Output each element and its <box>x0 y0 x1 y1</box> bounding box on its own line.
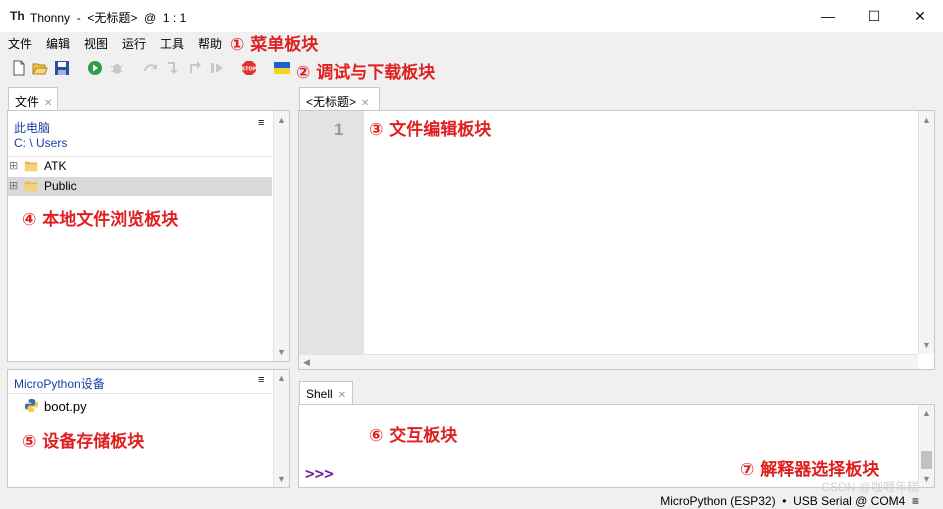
folder-icon <box>24 161 38 172</box>
folder-name: Public <box>44 179 77 193</box>
annotation-editor: ③ 文件编辑板块 <box>369 120 492 140</box>
scroll-down-icon[interactable]: ▼ <box>922 474 931 484</box>
close-tab-icon[interactable]: ✕ <box>361 98 369 109</box>
svg-text:STOP: STOP <box>242 67 257 73</box>
menu-run[interactable]: 运行 <box>122 35 146 52</box>
minimize-button[interactable]: — <box>805 0 851 32</box>
this-pc-link[interactable]: 此电脑 <box>14 119 50 136</box>
scroll-left-icon[interactable]: ◀ <box>303 357 310 368</box>
scroll-thumb[interactable] <box>921 451 932 469</box>
device-title: MicroPython设备 <box>14 377 105 391</box>
expand-icon[interactable]: ⊞ <box>9 179 18 192</box>
watermark: CSDN @咖喱年糕 <box>821 480 919 494</box>
interpreter-selector[interactable]: MicroPython (ESP32) • USB Serial @ COM4 … <box>660 494 919 508</box>
annotation-local-files: ④ 本地文件浏览板块 <box>22 210 179 230</box>
folder-name: ATK <box>44 159 67 173</box>
save-icon[interactable] <box>54 60 70 76</box>
shell-prompt: >>> <box>305 464 334 483</box>
scroll-up-icon[interactable]: ▲ <box>922 408 931 418</box>
editor-hscrollbar[interactable]: ◀ <box>299 354 918 369</box>
annotation-device-storage: ⑤ 设备存储板块 <box>22 432 145 452</box>
ukraine-flag-icon[interactable] <box>274 60 290 76</box>
tab-files-label: 文件 <box>15 95 40 109</box>
step-over-icon[interactable] <box>143 60 159 76</box>
tab-editor-label: <无标题> <box>306 95 357 109</box>
editor-pane[interactable] <box>298 110 935 370</box>
shell-scrollbar[interactable]: ▲ ▼ <box>918 405 934 487</box>
files-scrollbar[interactable]: ▲ ▼ <box>273 111 289 361</box>
stop-icon[interactable]: STOP <box>241 60 257 76</box>
close-tab-icon[interactable]: ✕ <box>44 98 52 109</box>
thonny-logo-icon: Th <box>10 9 25 23</box>
tab-files[interactable]: 文件 ✕ <box>8 87 58 111</box>
menu-file[interactable]: 文件 <box>8 35 32 52</box>
line-number: 1 <box>334 120 344 139</box>
scroll-up-icon[interactable]: ▲ <box>277 115 286 125</box>
step-into-icon[interactable] <box>165 60 181 76</box>
open-folder-icon[interactable] <box>32 60 48 76</box>
line-gutter <box>299 111 364 354</box>
tab-shell-label: Shell <box>306 387 333 401</box>
menu-view[interactable]: 视图 <box>84 35 108 52</box>
annotation-shell: ⑥ 交互板块 <box>369 426 458 446</box>
python-file-icon <box>24 398 39 413</box>
folder-icon <box>24 181 38 192</box>
resume-icon[interactable] <box>209 60 225 76</box>
device-menu-icon[interactable]: ≡ <box>258 374 264 386</box>
scroll-down-icon[interactable]: ▼ <box>922 340 931 350</box>
menu-help[interactable]: 帮助 <box>198 35 222 52</box>
window-title: Thonny - <无标题> @ 1 : 1 <box>30 11 187 25</box>
close-button[interactable]: ✕ <box>897 0 943 32</box>
step-out-icon[interactable] <box>187 60 203 76</box>
file-name[interactable]: boot.py <box>44 399 87 414</box>
divider <box>8 393 272 394</box>
current-path[interactable]: C: \ Users <box>14 136 67 150</box>
tab-editor[interactable]: <无标题> ✕ <box>299 87 380 111</box>
menu-tools[interactable]: 工具 <box>160 35 184 52</box>
files-menu-icon[interactable]: ≡ <box>258 117 264 129</box>
close-tab-icon[interactable]: ✕ <box>338 390 346 401</box>
toolbar <box>0 54 943 84</box>
scroll-up-icon[interactable]: ▲ <box>922 115 931 125</box>
scroll-up-icon[interactable]: ▲ <box>277 373 286 383</box>
device-scrollbar[interactable]: ▲ ▼ <box>273 370 289 487</box>
menu-edit[interactable]: 编辑 <box>46 35 70 52</box>
run-icon[interactable] <box>87 60 103 76</box>
annotation-debug-download: ② 调试与下载板块 <box>296 63 436 83</box>
debug-icon[interactable] <box>109 60 125 76</box>
annotation-menu: ① 菜单板块 <box>230 35 319 55</box>
expand-icon[interactable]: ⊞ <box>9 159 18 172</box>
editor-vscrollbar[interactable]: ▲ ▼ <box>918 111 934 354</box>
scroll-down-icon[interactable]: ▼ <box>277 347 286 357</box>
maximize-button[interactable]: ☐ <box>851 0 897 32</box>
new-file-icon[interactable] <box>11 60 27 76</box>
annotation-interpreter: ⑦ 解释器选择板块 <box>740 460 880 480</box>
tab-shell[interactable]: Shell ✕ <box>299 381 353 405</box>
scroll-down-icon[interactable]: ▼ <box>277 474 286 484</box>
